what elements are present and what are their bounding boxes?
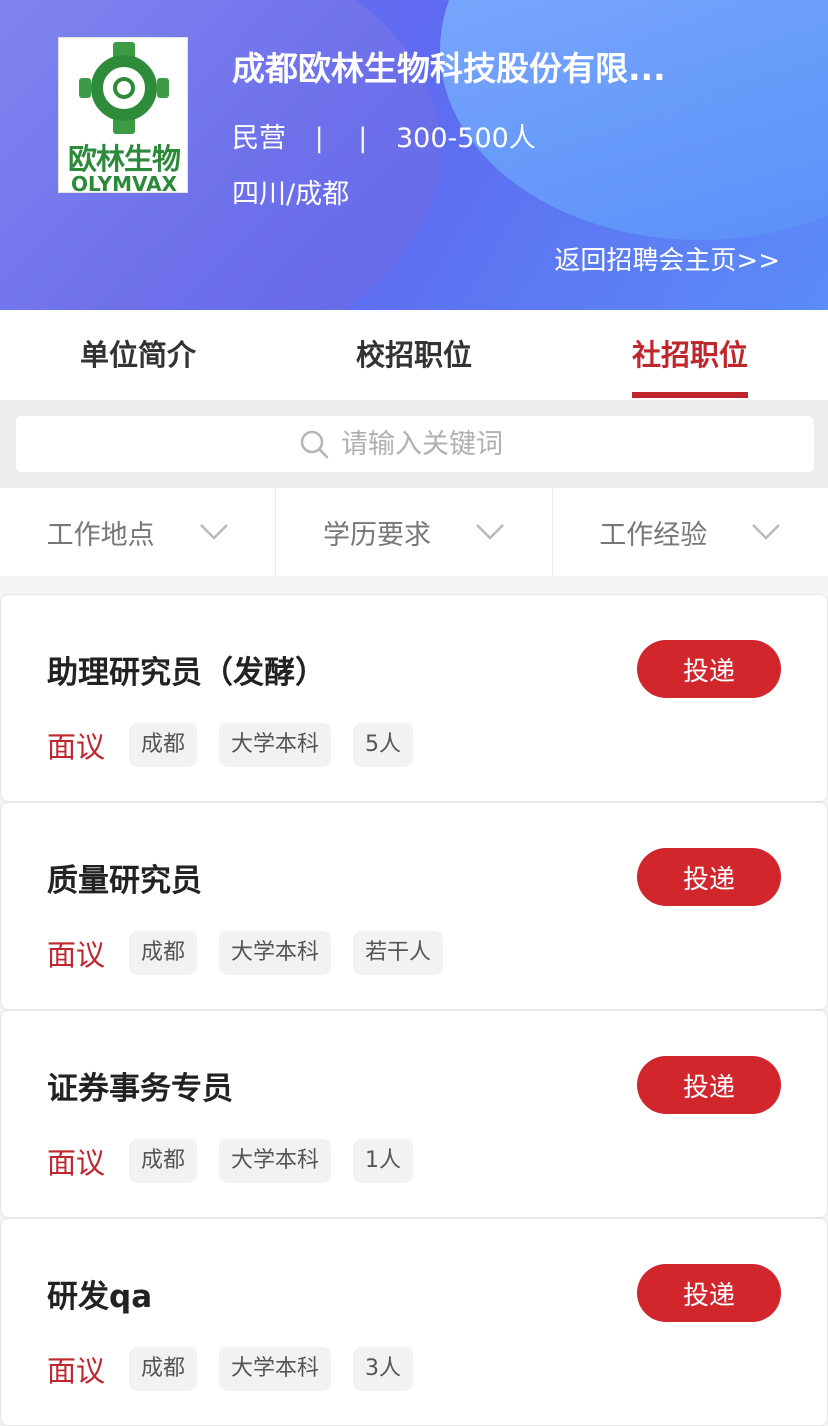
company-name: 成都欧林生物科技股份有限... [232, 49, 666, 88]
company-logo: 欧林生物 OLYMVAX [58, 37, 188, 196]
filter-bar: 工作地点 学历要求 工作经验 [0, 488, 828, 576]
tag-city: 成都 [129, 723, 198, 767]
tag-headcount: 1人 [353, 1139, 414, 1183]
search-area [0, 400, 828, 488]
job-title: 证券事务专员 [47, 1071, 233, 1107]
job-tags: 面议 成都 大学本科 5人 [47, 723, 435, 767]
job-salary: 面议 [47, 938, 106, 972]
tag-headcount: 若干人 [353, 931, 444, 975]
meta-separator: | [314, 123, 324, 154]
apply-button[interactable]: 投递 [637, 1264, 781, 1322]
search-input[interactable] [341, 428, 531, 460]
active-tab-indicator [632, 392, 748, 398]
tab-company-intro[interactable]: 单位简介 [0, 310, 276, 400]
job-tags: 面议 成都 大学本科 3人 [47, 1347, 435, 1391]
job-tags: 面议 成都 大学本科 1人 [47, 1139, 435, 1183]
tag-headcount: 3人 [353, 1347, 414, 1391]
job-card[interactable]: 助理研究员（发酵） 投递 面议 成都 大学本科 5人 [0, 594, 828, 802]
job-salary: 面议 [47, 1146, 106, 1180]
tag-headcount: 5人 [353, 723, 414, 767]
job-list: 助理研究员（发酵） 投递 面议 成都 大学本科 5人 质量研究员 投递 面议 成… [0, 594, 828, 1426]
chevron-down-icon [199, 524, 228, 540]
logo-mark-icon [79, 42, 169, 134]
chevron-down-icon [752, 524, 781, 540]
job-salary: 面议 [47, 1354, 106, 1388]
job-title: 助理研究员（发酵） [47, 655, 326, 691]
chevron-down-icon [476, 524, 504, 540]
tag-education: 大学本科 [219, 931, 332, 975]
tag-education: 大学本科 [219, 1139, 332, 1183]
filter-education[interactable]: 学历要求 [276, 488, 553, 576]
tab-campus-jobs[interactable]: 校招职位 [276, 310, 552, 400]
job-salary: 面议 [47, 730, 106, 764]
company-meta: 民营 | | 300-500人 [232, 116, 536, 155]
job-card[interactable]: 质量研究员 投递 面议 成都 大学本科 若干人 [0, 802, 828, 1010]
back-to-fair-link[interactable]: 返回招聘会主页>> [554, 240, 780, 277]
filter-location[interactable]: 工作地点 [0, 488, 277, 576]
logo-text-en: OLYMVAX [70, 172, 178, 196]
apply-button[interactable]: 投递 [637, 848, 781, 906]
company-header: 欧林生物 OLYMVAX 成都欧林生物科技股份有限... 民营 | | 300-… [0, 0, 828, 310]
company-location: 四川/成都 [232, 179, 350, 210]
job-title: 研发qa [47, 1279, 153, 1315]
meta-separator: | [358, 123, 368, 154]
job-tags: 面议 成都 大学本科 若干人 [47, 931, 465, 975]
filter-experience[interactable]: 工作经验 [553, 488, 828, 576]
tag-education: 大学本科 [219, 723, 332, 767]
company-size: 300-500人 [396, 123, 536, 154]
tag-city: 成都 [129, 931, 198, 975]
job-card[interactable]: 证券事务专员 投递 面议 成都 大学本科 1人 [0, 1010, 828, 1218]
apply-button[interactable]: 投递 [637, 640, 781, 698]
search-icon [300, 430, 329, 459]
tab-social-jobs[interactable]: 社招职位 [552, 310, 828, 400]
tag-city: 成都 [129, 1139, 198, 1183]
tab-bar: 单位简介 校招职位 社招职位 [0, 310, 828, 400]
tag-city: 成都 [129, 1347, 198, 1391]
job-title: 质量研究员 [47, 863, 202, 899]
tag-education: 大学本科 [219, 1347, 332, 1391]
job-card[interactable]: 研发qa 投递 面议 成都 大学本科 3人 [0, 1218, 828, 1426]
apply-button[interactable]: 投递 [637, 1056, 781, 1114]
company-ownership: 民营 [232, 123, 286, 154]
search-box[interactable] [16, 416, 814, 472]
